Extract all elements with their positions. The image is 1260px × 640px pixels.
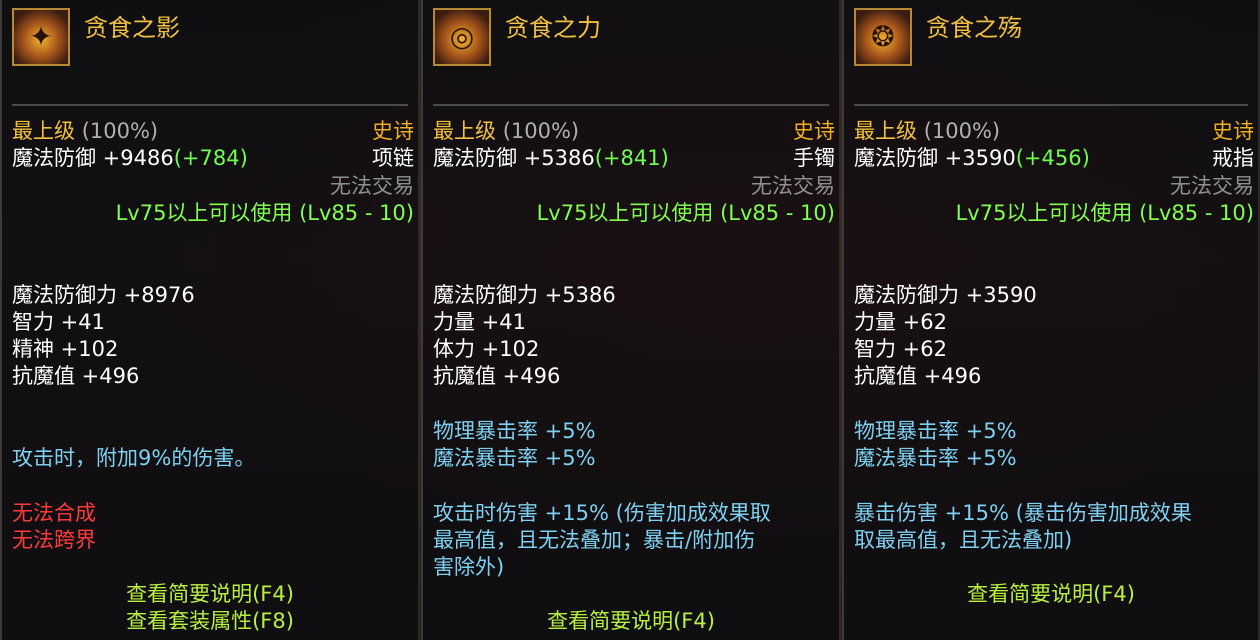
stat-line: 魔法防御力 +3590 [854, 283, 1037, 307]
effect-text: 最高值，且无法叠加；暴击/附加伤 [433, 528, 756, 552]
stat-line: 体力 +102 [433, 337, 540, 361]
divider [433, 104, 829, 106]
crit-line: 魔法暴击率 +5% [433, 446, 596, 470]
grade-line: 最上级 (100%) [433, 118, 579, 144]
restriction-text: 无法合成 [12, 501, 96, 525]
slot-label: 项链 [372, 146, 414, 170]
crit-line: 魔法暴击率 +5% [854, 446, 1017, 470]
divider [854, 104, 1248, 106]
stat-line: 魔法防御力 +5386 [433, 283, 616, 307]
stat-line: 精神 +102 [12, 337, 119, 361]
defense-line: 魔法防御 +3590(+456) [854, 145, 1090, 171]
effect-text: 害除外) [433, 555, 505, 579]
stat-line: 力量 +41 [433, 310, 526, 334]
crit-line: 物理暴击率 +5% [433, 419, 596, 443]
trade-label: 无法交易 [751, 174, 835, 198]
slot-label: 手镯 [793, 146, 835, 170]
item-tooltip-necklace: ✦ 贪食之影 最上级 (100%) 史诗 魔法防御 +9486(+784) 项链… [0, 0, 420, 640]
stat-line: 智力 +62 [854, 337, 947, 361]
divider [12, 104, 408, 106]
view-brief-description-button[interactable]: 查看简要说明(F4) [2, 581, 418, 607]
necklace-item-icon: ✦ [12, 8, 70, 66]
effect-text: 攻击时伤害 +15% (伤害加成效果取 [433, 501, 771, 525]
defense-value: 魔法防御 +3590 [854, 146, 1016, 170]
grade-label: 最上级 [854, 119, 917, 143]
effect-text: 取最高值，且无法叠加) [854, 528, 1073, 552]
grade-line: 最上级 (100%) [12, 118, 158, 144]
grade-percent: (100%) [502, 119, 580, 143]
defense-bonus: (+456) [1015, 146, 1090, 170]
effect-text: 暴击伤害 +15% (暴击伤害加成效果 [854, 501, 1192, 525]
rarity-label: 史诗 [372, 119, 414, 143]
item-name: 贪食之力 [505, 14, 601, 42]
stat-line: 抗魔值 +496 [12, 364, 140, 388]
item-tooltip-ring: ❂ 贪食之殇 最上级 (100%) 史诗 魔法防御 +3590(+456) 戒指… [842, 0, 1260, 640]
stat-line: 力量 +62 [854, 310, 947, 334]
item-name: 贪食之影 [84, 14, 180, 42]
item-tooltip-bracelet: ◎ 贪食之力 最上级 (100%) 史诗 魔法防御 +5386(+841) 手镯… [421, 0, 841, 640]
trade-label: 无法交易 [330, 174, 414, 198]
grade-percent: (100%) [923, 119, 1001, 143]
defense-bonus: (+784) [173, 146, 248, 170]
level-requirement: Lv75以上可以使用 (Lv85 - 10) [115, 201, 414, 225]
bracelet-item-icon: ◎ [433, 8, 491, 66]
level-requirement: Lv75以上可以使用 (Lv85 - 10) [955, 201, 1254, 225]
restriction-text: 无法跨界 [12, 528, 96, 552]
effect-text: 攻击时，附加9%的伤害。 [12, 446, 256, 470]
stat-line: 抗魔值 +496 [854, 364, 982, 388]
rarity-label: 史诗 [793, 119, 835, 143]
grade-label: 最上级 [433, 119, 496, 143]
item-name: 贪食之殇 [926, 14, 1022, 42]
crit-line: 物理暴击率 +5% [854, 419, 1017, 443]
grade-percent: (100%) [81, 119, 159, 143]
view-brief-description-button[interactable]: 查看简要说明(F4) [844, 581, 1258, 607]
slot-label: 戒指 [1212, 146, 1254, 170]
stat-line: 魔法防御力 +8976 [12, 283, 195, 307]
defense-bonus: (+841) [594, 146, 669, 170]
ring-item-icon: ❂ [854, 8, 912, 66]
defense-value: 魔法防御 +5386 [433, 146, 595, 170]
defense-value: 魔法防御 +9486 [12, 146, 174, 170]
view-set-attributes-button[interactable]: 查看套装属性(F8) [2, 608, 418, 634]
trade-label: 无法交易 [1170, 174, 1254, 198]
defense-line: 魔法防御 +9486(+784) [12, 145, 248, 171]
defense-line: 魔法防御 +5386(+841) [433, 145, 669, 171]
view-brief-description-button[interactable]: 查看简要说明(F4) [423, 608, 839, 634]
stat-line: 抗魔值 +496 [433, 364, 561, 388]
stat-line: 智力 +41 [12, 310, 105, 334]
level-requirement: Lv75以上可以使用 (Lv85 - 10) [536, 201, 835, 225]
grade-label: 最上级 [12, 119, 75, 143]
rarity-label: 史诗 [1212, 119, 1254, 143]
grade-line: 最上级 (100%) [854, 118, 1000, 144]
